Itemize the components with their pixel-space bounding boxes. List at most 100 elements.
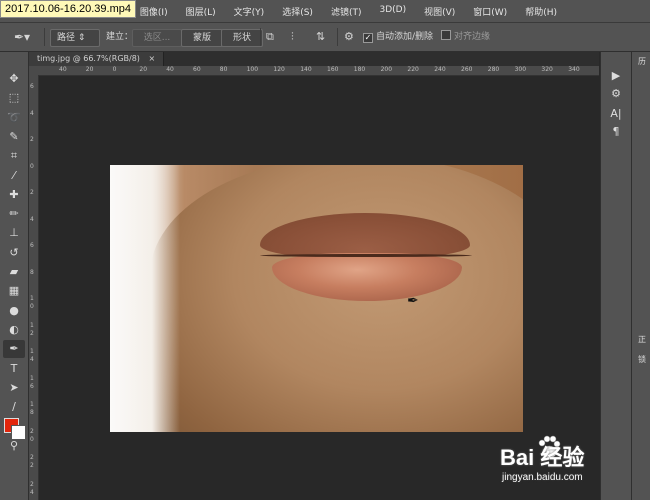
pen-tool-icon[interactable]: ✒ [3,340,25,359]
ruler-tick-label: 1 4 [30,348,34,363]
type-tool-icon[interactable]: T [3,360,25,378]
path-alignment-icon[interactable]: ⫶ [291,29,294,45]
baidu-jingyan-watermark: Bai 经验 jingyan.baidu.com [498,430,648,500]
ruler-tick-label: 240 [434,66,446,73]
crop-tool-icon[interactable]: ⌗ [3,147,25,165]
pen-tool-preset-icon[interactable]: ✒▾ [14,29,30,45]
marquee-tool-icon[interactable]: ⬚ [3,89,25,107]
ruler-tick-label: 140 [300,66,312,73]
ruler-tick-label: 20 [85,66,94,73]
ruler-tick-label: 2 2 [30,454,34,469]
divider [260,28,261,46]
eraser-tool-icon[interactable]: ▰ [3,263,25,281]
checkbox-unchecked-icon [441,30,451,40]
menu-item-6[interactable]: 滤镜(T) [322,5,371,18]
horizontal-ruler: 40 20 0 20 40 60 80 100 120 140 160 180 200 220 240 260… [29,66,599,76]
ruler-tick-label: 340 [568,66,580,73]
ruler-tick-label: 320 [541,66,553,73]
blur-tool-icon[interactable]: ● [3,302,25,320]
path-operations-icon[interactable]: ⧉ [266,29,274,45]
menu-item-8[interactable]: 视图(V) [415,5,464,18]
ruler-tick-label: 40 [59,66,67,73]
ruler-tick-label: 280 [487,66,500,73]
ruler-tick-label: 80 [219,66,228,73]
menu-item-7[interactable]: 3D(D) [370,5,415,18]
shape-button[interactable]: 形状 [221,29,263,47]
healing-brush-tool-icon[interactable]: ✚ [3,186,25,204]
move-tool-icon[interactable]: ✥ [3,70,25,88]
ruler-tick-label: 60 [193,66,201,73]
menu-item-4[interactable]: 文字(Y) [225,5,274,18]
ruler-tick-label: 100 [246,66,259,73]
vertical-ruler: 6 4 2 0 2 4 6 8 1 0 1 2 1 4 1 6 1 8 2 0 2 2 2 4 [29,75,39,500]
ruler-tick-label: 20 [139,66,148,73]
close-icon[interactable]: × [148,54,155,63]
brush-tool-icon[interactable]: ✏ [3,205,25,223]
path-selection-tool-icon[interactable]: ➤ [3,379,25,397]
menu-item-2[interactable]: 图像(I) [131,5,177,18]
ruler-tick-label: 6 [30,83,34,90]
gradient-tool-icon[interactable]: ▦ [3,282,25,300]
checkbox-checked-icon: ✓ [363,33,373,43]
clone-stamp-tool-icon[interactable]: ⊥ [3,224,25,242]
ruler-tick-label: 200 [380,66,393,73]
panel-tab-label-2[interactable]: 锁 [635,354,649,366]
ruler-tick-label: 2 4 [30,480,34,496]
pen-cursor-icon: ✒ [407,293,419,309]
eyedropper-tool-icon[interactable]: ⁄ [3,167,25,185]
options-bar: ✒▾ 路径 ⇕ 建立： 选区... 蒙版 形状 ⧉ ⫶ ⇅ ⚙ ✓ 自动添加/删除… [0,23,650,52]
path-arrangement-icon[interactable]: ⇅ [316,29,325,45]
build-label: 建立： [106,32,134,42]
menu-item-10[interactable]: 帮助(H) [516,5,566,18]
menu-item-9[interactable]: 窗口(W) [464,5,516,18]
ruler-tick-label: 120 [273,66,285,73]
tool-mode-select[interactable]: 路径 ⇕ [50,29,100,47]
auto-add-delete-checkbox[interactable]: ✓ 自动添加/删除 [363,29,433,45]
align-edges-checkbox[interactable]: 对齐边缘 [441,29,490,45]
character-icon[interactable]: A| [607,106,625,122]
quick-select-tool-icon[interactable]: ✎ [3,128,25,146]
gear-icon[interactable]: ⚙ [344,29,354,45]
ruler-tick-label: 0 [30,162,34,170]
lasso-tool-icon[interactable]: ➰ [3,109,25,127]
ruler-tick-label: 1 6 [30,374,34,390]
paragraph-icon[interactable]: ¶ [607,124,625,140]
divider [337,28,338,46]
align-edges-label: 对齐边缘 [454,32,491,42]
history-brush-tool-icon[interactable]: ↺ [3,244,25,262]
document-tab[interactable]: timg.jpg @ 66.7%(RGB/8) × [29,52,164,66]
panel-tab-label-0[interactable]: 历 [635,56,649,68]
ruler-tick-label: 160 [327,66,339,73]
divider [44,28,45,46]
menu-item-3[interactable]: 图层(L) [177,5,225,18]
photo-lips[interactable]: ✒ [110,165,523,432]
document-tab-title: timg.jpg @ 66.7%(RGB/8) [37,54,140,63]
ruler-tick-label: 0 [112,66,117,73]
ruler-tick-label: 6 [30,242,34,249]
dodge-tool-icon[interactable]: ◐ [3,321,25,339]
ruler-tick-label: 1 0 [30,295,34,310]
ruler-tick-label: 300 [514,66,527,73]
auto-add-delete-label: 自动添加/删除 [376,32,434,42]
selection-button[interactable]: 选区... [132,29,182,47]
ruler-tick-label: 1 8 [30,401,34,416]
background-color-swatch[interactable] [11,425,26,440]
ruler-tick-label: 4 [30,215,34,223]
panel-tab-label-1[interactable]: 正 [635,334,649,346]
ruler-tick-label: 220 [407,66,419,73]
brush-settings-icon[interactable]: ⚙ [607,86,625,102]
photo-lip-line [260,254,472,257]
menu-item-5[interactable]: 选择(S) [273,5,322,18]
watermark-logo: Bai 经验 [500,445,585,470]
video-title-overlay: 2017.10.06-16.20.39.mp4 [0,0,136,18]
ruler-tick-label: 2 [30,189,34,196]
ruler-tick-label: 2 0 [30,427,34,443]
mask-button[interactable]: 蒙版 [181,29,223,47]
play-icon[interactable]: ▶ [607,68,625,84]
ruler-tick-label: 260 [461,66,473,73]
ruler-tick-label: 40 [166,66,174,73]
tool-mode-value: 路径 [57,33,76,43]
ruler-tick-label: 2 [30,136,34,143]
ruler-tick-label: 1 2 [30,321,34,337]
line-tool-icon[interactable]: ∕ [3,398,25,416]
